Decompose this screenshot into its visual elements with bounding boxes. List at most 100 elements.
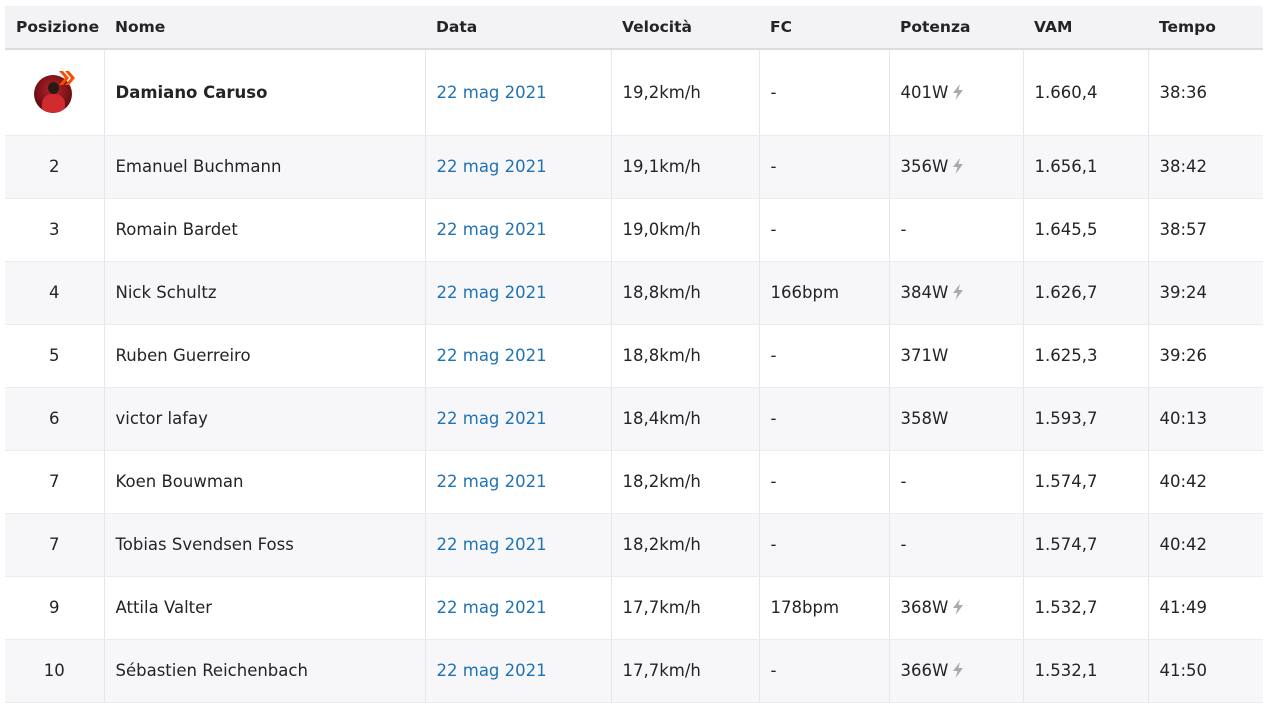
- row-position: [5, 49, 105, 136]
- row-position: 9: [5, 576, 105, 640]
- table-row[interactable]: 7 Tobias Svendsen Foss 22 mag 2021 18,2km/h…: [5, 513, 1263, 577]
- power-value: 371W: [900, 346, 949, 365]
- power-cell: 366W: [889, 639, 1024, 703]
- table-row[interactable]: 7 Koen Bouwman 22 mag 2021 18,2km/h - -1.574,…: [5, 450, 1263, 514]
- power-cell: 358W: [889, 387, 1024, 451]
- athlete-name[interactable]: Romain Bardet: [104, 198, 426, 262]
- column-header-power[interactable]: Potenza: [889, 6, 1023, 50]
- lightning-bolt-icon: [951, 599, 965, 615]
- activity-date-link[interactable]: 22 mag 2021: [425, 261, 612, 325]
- speed-value: 19,1km/h: [611, 135, 760, 199]
- table-row[interactable]: 10 Sébastien Reichenbach 22 mag 2021 17,7km…: [5, 639, 1263, 703]
- athlete-name[interactable]: victor lafay: [104, 387, 426, 451]
- vam-value: 1.593,7: [1023, 387, 1149, 451]
- table-row[interactable]: 9 Attila Valter 22 mag 2021 17,7km/h 178bpm 3…: [5, 576, 1263, 640]
- speed-value: 18,2km/h: [611, 513, 760, 577]
- table-body: Damiano Caruso 22 mag 2021 19,2km/h -401W 1.…: [5, 49, 1263, 703]
- time-value: 39:24: [1148, 261, 1263, 325]
- activity-date-link[interactable]: 22 mag 2021: [425, 639, 612, 703]
- table-row[interactable]: 4 Nick Schultz 22 mag 2021 18,8km/h 166bpm 38…: [5, 261, 1263, 325]
- speed-value: 19,0km/h: [611, 198, 760, 262]
- power-value: 401W: [900, 82, 949, 102]
- athlete-name[interactable]: Attila Valter: [104, 576, 426, 640]
- power-value: -: [900, 220, 907, 239]
- row-position: 7: [5, 450, 105, 514]
- activity-date-link[interactable]: 22 mag 2021: [425, 576, 612, 640]
- column-header-vam[interactable]: VAM: [1023, 6, 1148, 50]
- activity-date-link[interactable]: 22 mag 2021: [425, 49, 612, 136]
- time-value: 38:36: [1148, 49, 1263, 136]
- activity-date-link[interactable]: 22 mag 2021: [425, 135, 612, 199]
- athlete-name[interactable]: Koen Bouwman: [104, 450, 426, 514]
- power-cell: -: [889, 513, 1024, 577]
- vam-value: 1.532,7: [1023, 576, 1149, 640]
- power-value: 358W: [900, 409, 949, 428]
- heart-rate-value: -: [759, 324, 890, 388]
- power-cell: 371W: [889, 324, 1024, 388]
- speed-value: 17,7km/h: [611, 576, 760, 640]
- power-cell: 356W: [889, 135, 1024, 199]
- vam-value: 1.645,5: [1023, 198, 1149, 262]
- speed-value: 18,8km/h: [611, 261, 760, 325]
- activity-date-link[interactable]: 22 mag 2021: [425, 450, 612, 514]
- power-value: -: [900, 535, 907, 554]
- table-row[interactable]: 3 Romain Bardet 22 mag 2021 19,0km/h - -1.645…: [5, 198, 1263, 262]
- table-row[interactable]: 6 victor lafay 22 mag 2021 18,4km/h -358W 1.5…: [5, 387, 1263, 451]
- leaderboard: Posizione Nome Data Velocità FC Potenza …: [5, 6, 1263, 703]
- table-row[interactable]: 2 Emanuel Buchmann 22 mag 2021 19,1km/h -356…: [5, 135, 1263, 199]
- heart-rate-value: -: [759, 135, 890, 199]
- vam-value: 1.660,4: [1023, 49, 1149, 136]
- vam-value: 1.574,7: [1023, 450, 1149, 514]
- leader-avatar-icon[interactable]: [32, 70, 76, 114]
- activity-date-link[interactable]: 22 mag 2021: [425, 387, 612, 451]
- time-value: 41:49: [1148, 576, 1263, 640]
- power-cell: -: [889, 198, 1024, 262]
- table-row[interactable]: Damiano Caruso 22 mag 2021 19,2km/h -401W 1.…: [5, 49, 1263, 136]
- heart-rate-value: -: [759, 49, 890, 136]
- row-position: 5: [5, 324, 105, 388]
- vam-value: 1.532,1: [1023, 639, 1149, 703]
- power-value: 368W: [900, 598, 949, 617]
- activity-date-link[interactable]: 22 mag 2021: [425, 513, 612, 577]
- column-header-position[interactable]: Posizione: [5, 6, 104, 50]
- lightning-bolt-icon: [951, 284, 965, 300]
- power-cell: 368W: [889, 576, 1024, 640]
- time-value: 41:50: [1148, 639, 1263, 703]
- heart-rate-value: -: [759, 639, 890, 703]
- lightning-bolt-icon: [951, 83, 965, 100]
- activity-date-link[interactable]: 22 mag 2021: [425, 324, 612, 388]
- speed-value: 18,4km/h: [611, 387, 760, 451]
- time-value: 39:26: [1148, 324, 1263, 388]
- column-header-heart-rate[interactable]: FC: [759, 6, 889, 50]
- row-position: 7: [5, 513, 105, 577]
- athlete-name[interactable]: Emanuel Buchmann: [104, 135, 426, 199]
- row-position: 4: [5, 261, 105, 325]
- power-value: -: [900, 472, 907, 491]
- heart-rate-value: -: [759, 198, 890, 262]
- column-header-time[interactable]: Tempo: [1148, 6, 1263, 50]
- lightning-bolt-icon: [951, 158, 965, 174]
- column-header-speed[interactable]: Velocità: [611, 6, 759, 50]
- athlete-name[interactable]: Sébastien Reichenbach: [104, 639, 426, 703]
- table-row[interactable]: 5 Ruben Guerreiro 22 mag 2021 18,8km/h -371W…: [5, 324, 1263, 388]
- athlete-name[interactable]: Damiano Caruso: [104, 49, 426, 136]
- athlete-name[interactable]: Ruben Guerreiro: [104, 324, 426, 388]
- heart-rate-value: -: [759, 513, 890, 577]
- time-value: 38:42: [1148, 135, 1263, 199]
- vam-value: 1.574,7: [1023, 513, 1149, 577]
- athlete-name[interactable]: Nick Schultz: [104, 261, 426, 325]
- column-header-name[interactable]: Nome: [104, 6, 425, 50]
- activity-date-link[interactable]: 22 mag 2021: [425, 198, 612, 262]
- row-position: 10: [5, 639, 105, 703]
- speed-value: 19,2km/h: [611, 49, 760, 136]
- leaderboard-table: Posizione Nome Data Velocità FC Potenza …: [5, 6, 1263, 703]
- athlete-name[interactable]: Tobias Svendsen Foss: [104, 513, 426, 577]
- heart-rate-value: -: [759, 450, 890, 514]
- power-cell: 384W: [889, 261, 1024, 325]
- vam-value: 1.626,7: [1023, 261, 1149, 325]
- heart-rate-value: 178bpm: [759, 576, 890, 640]
- power-value: 384W: [900, 283, 949, 302]
- power-value: 356W: [900, 157, 949, 176]
- row-position: 6: [5, 387, 105, 451]
- column-header-date[interactable]: Data: [425, 6, 611, 50]
